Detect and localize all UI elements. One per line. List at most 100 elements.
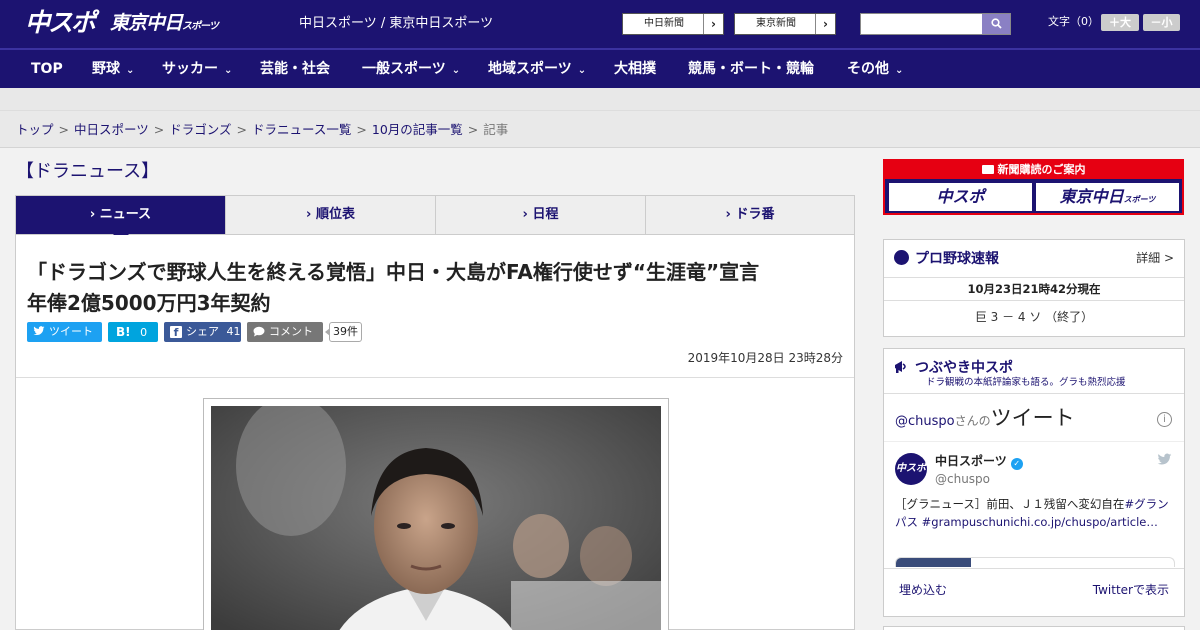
font-bigger-button[interactable]: ＋大 [1101, 14, 1139, 31]
chevron-down-icon: ⌄ [895, 65, 904, 76]
url-link[interactable]: chunichi.co.jp/chuspo/article… [982, 515, 1158, 529]
site-name: 中日スポーツ / 東京中日スポーツ [299, 16, 494, 31]
breadcrumb-current: 記事 [483, 122, 509, 137]
nav-label: 地域スポーツ [488, 61, 572, 77]
chevron-right-icon: › [725, 207, 731, 222]
nav-label: 野球 [92, 61, 120, 77]
nav-item-general-sports[interactable]: 一般スポーツ ⌄ [362, 50, 460, 88]
breadcrumb-dragons[interactable]: ドラゴンズ [169, 122, 231, 137]
font-size-label: 文字（0） [1048, 15, 1099, 28]
tweet-text-plain: ［グラニュース］前田、Ｊ１残留へ変幻自在 [895, 497, 1125, 511]
search-input[interactable] [861, 14, 982, 34]
nav-item-baseball[interactable]: 野球 ⌄ [92, 50, 134, 88]
baseball-detail-link[interactable]: 詳細 > [1136, 250, 1174, 266]
tokyo-chunichi-logo[interactable]: 東京中日スポーツ [110, 9, 219, 41]
breadcrumb-separator: > [467, 122, 479, 137]
embed-link[interactable]: 埋め込む [899, 582, 947, 598]
tab-label: ニュース [99, 207, 152, 222]
breadcrumb-top[interactable]: トップ [16, 122, 54, 137]
tokyo-logo-small: スポーツ [182, 21, 219, 32]
chevron-right-icon: › [306, 207, 312, 222]
tokyo-shimbun-link[interactable]: 東京新聞 › [734, 13, 836, 35]
tab-label: 日程 [532, 207, 559, 222]
breadcrumb: トップ > 中日スポーツ > ドラゴンズ > ドラニュース一覧 >10月の記事一覧 > 記事 [16, 122, 508, 138]
info-icon[interactable]: i [1157, 412, 1172, 427]
baseball-box-title: プロ野球速報 [894, 250, 999, 268]
ext-link-label: 東京新聞 [756, 18, 796, 29]
nav-label: 一般スポーツ [362, 61, 446, 77]
score-line[interactable]: 巨 3 － 4 ソ （終了） [884, 308, 1184, 326]
nav-label: 大相撲 [614, 61, 656, 77]
nav-label: TOP [31, 61, 63, 77]
nav-item-top[interactable]: TOP [31, 50, 63, 88]
ad-tokyo-chunichi-logo[interactable]: 東京中日スポーツ [1036, 183, 1179, 211]
avatar[interactable]: 中スポ [895, 453, 927, 485]
speech-bubble-icon [253, 322, 265, 342]
chevron-right-icon: › [89, 207, 96, 222]
tweets-from-handle[interactable]: @chuspo [895, 414, 955, 429]
tab-schedule[interactable]: › 日程 [436, 196, 646, 234]
article-photo[interactable] [211, 406, 661, 630]
tweet-button[interactable]: ツイート [27, 322, 102, 342]
subscription-banner[interactable]: 新聞購読のご案内 中スポ 東京中日スポーツ [883, 159, 1184, 215]
tweet-media-thumb [896, 558, 971, 567]
article-date: 2019年10月28日 23時28分 [687, 351, 843, 365]
chevron-right-icon: › [522, 207, 528, 222]
twitter-bird-icon[interactable] [1157, 453, 1172, 470]
chunichi-shimbun-link[interactable]: 中日新聞 › [622, 13, 724, 35]
breadcrumb-separator: > [356, 122, 367, 137]
ext-link-label: 中日新聞 [644, 18, 684, 29]
newspaper-icon [981, 165, 994, 174]
breadcrumb-separator: > [236, 122, 247, 137]
section-title: 【ドラニュース】 [16, 161, 160, 182]
divider [16, 377, 854, 378]
chevron-down-icon: ⌄ [577, 65, 587, 76]
facebook-share-count: 41 [226, 325, 241, 338]
nav-label: その他 [847, 61, 889, 77]
ad-chuspo-logo[interactable]: 中スポ [889, 183, 1032, 211]
headline-line-1: 「ドラゴンズで野球人生を終える覚悟」中日・大島がFA権行使せず“生涯竜”宣言 [27, 260, 760, 284]
hatena-bookmark-button[interactable]: B! 0 [108, 322, 158, 342]
comment-count[interactable]: 39件 [325, 322, 362, 342]
nav-item-soccer[interactable]: サッカー ⌄ [162, 50, 232, 88]
tweet-author-handle[interactable]: @chuspo [935, 472, 990, 486]
view-on-twitter-link[interactable]: Twitterで表示 [1093, 582, 1169, 598]
nav-item-other[interactable]: その他 ⌄ [847, 50, 903, 88]
facebook-share-button[interactable]: f シェア 41 [164, 322, 241, 342]
headline-line-2: 年俸2億5000万円3年契約 [27, 291, 271, 315]
twitter-box-title: つぶやき中スポ [894, 359, 1013, 377]
comment-button[interactable]: コメント [247, 322, 323, 342]
nav-item-entertainment[interactable]: 芸能・社会 [260, 50, 330, 88]
tab-standings[interactable]: › 順位表 [226, 196, 436, 234]
verified-badge-icon: ✓ [1010, 458, 1023, 470]
tokyo-logo-main: 東京中日 [110, 12, 183, 34]
breadcrumb-bar: トップ > 中日スポーツ > ドラゴンズ > ドラニュース一覧 >10月の記事一覧 > 記事 [0, 110, 1200, 148]
breadcrumb-october-list[interactable]: 10月の記事一覧 [372, 122, 463, 137]
breadcrumb-chunichi-sports[interactable]: 中日スポーツ [74, 122, 149, 137]
tweet-author-name[interactable]: 中日スポーツ ✓ [935, 454, 1023, 470]
nav-item-local-sports[interactable]: 地域スポーツ ⌄ [488, 50, 586, 88]
tweet-media-card[interactable] [895, 557, 1175, 567]
tab-news[interactable]: › ニュース [16, 196, 226, 242]
hatena-icon: B! [116, 325, 131, 339]
ad-tokyo-small: スポーツ [1123, 195, 1156, 204]
chevron-right-icon: › [815, 14, 835, 34]
tweet-label: ツイート [49, 325, 93, 338]
baseball-title-text: プロ野球速報 [915, 251, 999, 267]
hatena-count: 0 [140, 326, 148, 339]
player-photo-image [211, 406, 661, 630]
nav-item-racing[interactable]: 競馬・ボート・競輪 [688, 50, 814, 88]
font-smaller-button[interactable]: －小 [1143, 14, 1180, 31]
ad-title-text: 新聞購読のご案内 [997, 163, 1086, 176]
search-box [860, 13, 1011, 35]
tweet-text: ［グラニュース］前田、Ｊ１残留へ変幻自在#グランパス #grampuschuni… [895, 495, 1175, 531]
article-tabs: › ニュース › 順位表 › 日程 › ドラ番 [15, 195, 855, 242]
tab-dora-ban[interactable]: › ドラ番 [646, 196, 854, 234]
chuspo-logo[interactable]: 中スポ [25, 7, 96, 39]
breadcrumb-dora-news-list[interactable]: ドラニュース一覧 [252, 122, 351, 137]
breadcrumb-separator: > [153, 122, 165, 137]
hashtag-link[interactable]: #grampus [922, 515, 983, 529]
search-button[interactable] [982, 14, 1010, 34]
nav-item-sumo[interactable]: 大相撲 [614, 50, 656, 88]
search-icon [990, 18, 1002, 29]
